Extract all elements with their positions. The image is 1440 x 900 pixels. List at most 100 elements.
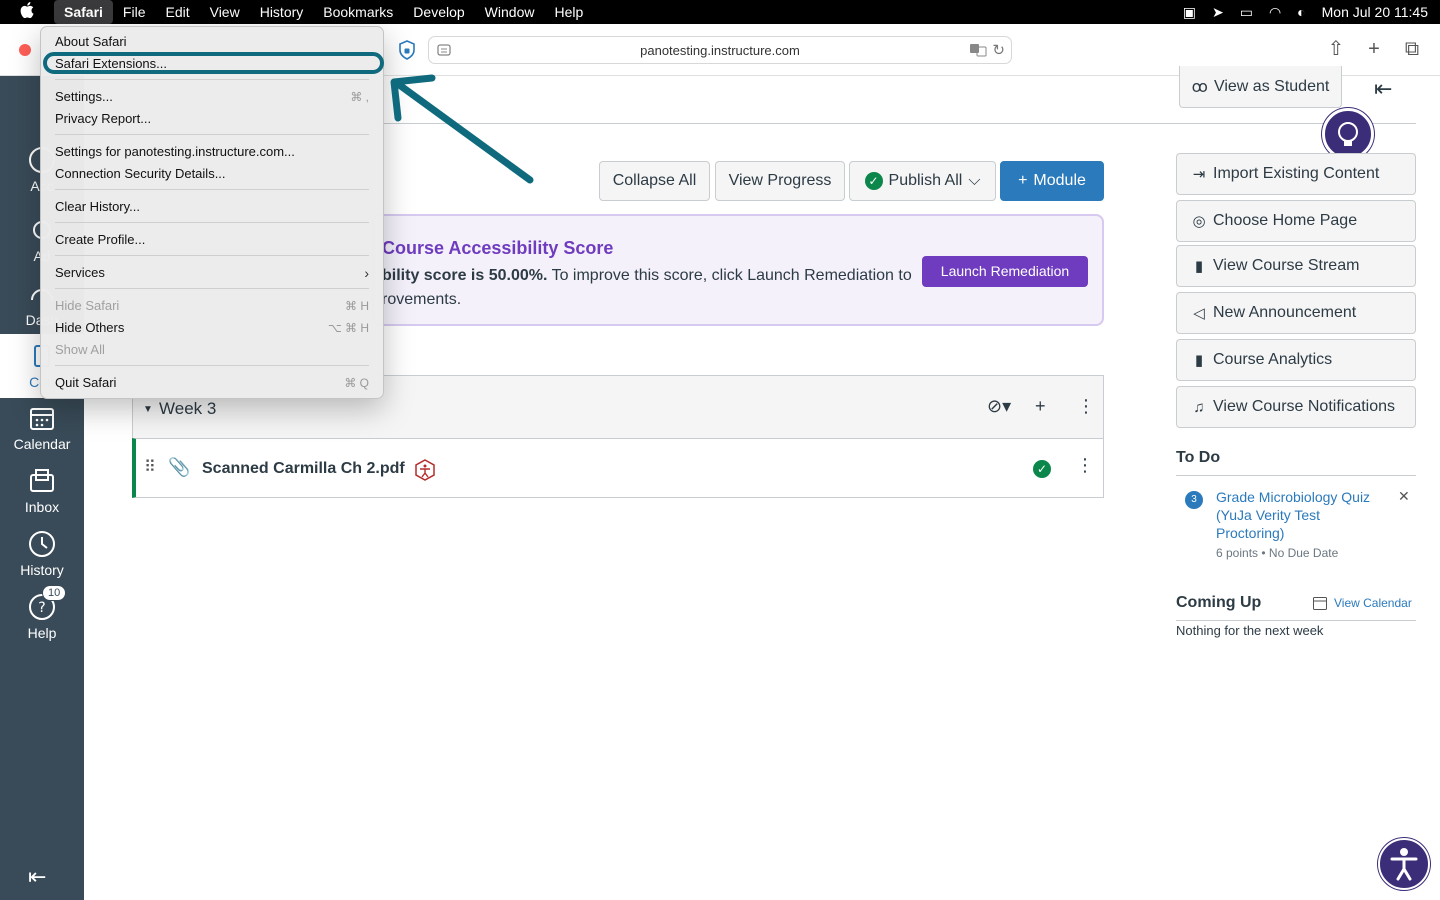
menu-hide-others[interactable]: Hide Others ⌥ ⌘ H xyxy=(55,318,369,338)
annotation-arrow-icon xyxy=(390,74,534,184)
privacy-shield-icon[interactable] xyxy=(398,40,416,60)
view-course-stream-button[interactable]: ▮ View Course Stream xyxy=(1176,245,1416,287)
publish-all-label: Publish All xyxy=(888,172,963,189)
menu-services[interactable]: Services › xyxy=(55,263,369,283)
menu-safari[interactable]: Safari xyxy=(54,0,113,24)
coming-up-empty: Nothing for the next week xyxy=(1176,623,1324,638)
nav-history-label: History xyxy=(20,562,64,578)
menu-connection-security[interactable]: Connection Security Details... xyxy=(55,164,369,184)
tab-overview-icon[interactable]: ⧉ xyxy=(1402,38,1422,60)
item-kebab-icon[interactable]: ⋮ xyxy=(1076,455,1094,476)
menu-separator xyxy=(55,189,369,190)
collapse-all-button[interactable]: Collapse All xyxy=(599,161,710,201)
calendar-icon xyxy=(1313,597,1327,610)
unpublished-icon[interactable]: ⊘▾ xyxy=(987,396,1011,417)
menu-site-settings[interactable]: Settings for panotesting.instructure.com… xyxy=(55,142,369,162)
published-check-icon: ✓ xyxy=(864,172,883,190)
safari-app-menu: About Safari Safari Extensions... Settin… xyxy=(40,26,384,399)
nav-history[interactable]: History xyxy=(0,530,84,578)
view-calendar-link[interactable]: View Calendar xyxy=(1312,595,1412,611)
menu-view[interactable]: View xyxy=(200,0,250,24)
annotation-highlight xyxy=(43,52,384,74)
menu-settings[interactable]: Settings... ⌘ , xyxy=(55,87,369,107)
apple-icon[interactable] xyxy=(0,2,54,22)
menu-help[interactable]: Help xyxy=(544,0,593,24)
todo-item-link[interactable]: Grade Microbiology Quiz (YuJa Verity Tes… xyxy=(1216,488,1386,542)
menu-file[interactable]: File xyxy=(113,0,156,24)
collapse-sidebar-icon[interactable]: ⇤ xyxy=(1374,76,1392,102)
nav-calendar-label: Calendar xyxy=(13,436,71,452)
menu-hide-safari-shortcut: ⌘ H xyxy=(345,299,369,313)
menu-hide-safari-label: Hide Safari xyxy=(55,298,120,313)
battery-icon[interactable]: ▭ xyxy=(1240,4,1253,21)
menu-history[interactable]: History xyxy=(250,0,314,24)
menu-edit[interactable]: Edit xyxy=(155,0,199,24)
menu-clear-history[interactable]: Clear History... xyxy=(55,197,369,217)
course-analytics-button[interactable]: ▮ Course Analytics xyxy=(1176,339,1416,381)
menu-about-safari[interactable]: About Safari xyxy=(55,32,369,52)
view-progress-button[interactable]: View Progress xyxy=(715,161,845,201)
accessibility-issue-icon[interactable] xyxy=(414,459,436,481)
menu-develop[interactable]: Develop xyxy=(403,0,474,24)
menu-create-profile[interactable]: Create Profile... xyxy=(55,230,369,250)
menu-separator xyxy=(55,134,369,135)
add-module-button[interactable]: + Module xyxy=(1000,161,1104,201)
location-icon[interactable]: ➤ xyxy=(1212,4,1224,21)
menu-hide-others-shortcut: ⌥ ⌘ H xyxy=(327,321,369,335)
share-icon[interactable]: ⇧ xyxy=(1326,38,1346,60)
megaphone-icon: ◁ xyxy=(1193,305,1205,322)
module-item-name[interactable]: Scanned Carmilla Ch 2.pdf xyxy=(202,460,405,478)
menu-site-settings-label: Settings for panotesting.instructure.com… xyxy=(55,144,295,159)
module-item[interactable]: ⠿ 📎 Scanned Carmilla Ch 2.pdf ✓ ⋮ xyxy=(132,438,1104,498)
dismiss-todo-icon[interactable]: ✕ xyxy=(1398,488,1410,505)
accessibility-score-panel: Course Accessibility Score bility score … xyxy=(372,214,1104,326)
translate-icon[interactable] xyxy=(969,43,987,57)
drag-handle-icon[interactable]: ⠿ xyxy=(144,457,156,477)
menu-quit-safari-shortcut: ⌘ Q xyxy=(344,376,369,390)
module-kebab-icon[interactable]: ⋮ xyxy=(1077,396,1095,417)
close-window-button[interactable] xyxy=(19,44,31,56)
menu-quit-safari-label: Quit Safari xyxy=(55,375,117,390)
menu-privacy-report[interactable]: Privacy Report... xyxy=(55,109,369,129)
clock[interactable]: Mon Jul 20 11:45 xyxy=(1322,4,1428,20)
menu-settings-label: Settings... xyxy=(55,89,113,104)
menu-window[interactable]: Window xyxy=(475,0,545,24)
accessibility-title: Course Accessibility Score xyxy=(382,238,614,258)
control-center-icon[interactable]: ◐ xyxy=(1297,4,1305,20)
todo-item-meta: 6 points • No Due Date xyxy=(1216,546,1339,560)
publish-all-button[interactable]: ✓ Publish All ⌵ xyxy=(849,161,996,201)
collapse-triangle-icon[interactable]: ▼ xyxy=(143,404,153,415)
nav-calendar[interactable]: Calendar xyxy=(0,404,84,452)
view-course-stream-label: View Course Stream xyxy=(1213,257,1360,274)
plus-icon: + xyxy=(1018,172,1028,189)
todo-heading: To Do xyxy=(1176,449,1221,466)
course-notifications-label: View Course Notifications xyxy=(1213,398,1396,415)
nav-help[interactable]: ? 10 Help xyxy=(0,585,84,641)
menu-about-safari-label: About Safari xyxy=(55,34,127,49)
view-as-student-button[interactable]: ꝏ View as Student xyxy=(1179,66,1342,108)
add-item-icon[interactable]: + xyxy=(1035,396,1046,417)
collapse-nav-icon[interactable]: ⇤ xyxy=(28,864,46,890)
menu-quit-safari[interactable]: Quit Safari ⌘ Q xyxy=(55,373,369,393)
menu-bookmarks[interactable]: Bookmarks xyxy=(313,0,403,24)
wifi-icon[interactable]: ◠ xyxy=(1269,4,1281,21)
menu-show-all-label: Show All xyxy=(55,342,105,357)
address-bar[interactable]: panotesting.instructure.com ↻ xyxy=(428,36,1012,64)
published-check-icon[interactable]: ✓ xyxy=(1033,460,1051,478)
nav-inbox-label: Inbox xyxy=(24,499,60,515)
launch-remediation-button[interactable]: Launch Remediation xyxy=(922,256,1088,287)
choose-home-page-button[interactable]: ◎ Choose Home Page xyxy=(1176,200,1416,242)
course-notifications-button[interactable]: ♫ View Course Notifications xyxy=(1176,386,1416,428)
import-content-button[interactable]: ⇥ Import Existing Content xyxy=(1176,153,1416,195)
calendar-icon xyxy=(30,408,54,430)
bar-chart-icon: ▮ xyxy=(1194,258,1204,275)
history-icon xyxy=(29,531,55,557)
screen-mirror-icon[interactable]: ▣ xyxy=(1183,4,1196,21)
accessibility-widget-icon[interactable] xyxy=(1378,838,1430,890)
nav-inbox[interactable]: Inbox xyxy=(0,467,84,515)
new-tab-icon[interactable]: + xyxy=(1364,38,1384,60)
new-announcement-button[interactable]: ◁ New Announcement xyxy=(1176,292,1416,334)
reload-icon[interactable]: ↻ xyxy=(992,41,1005,59)
view-as-student-label: View as Student xyxy=(1213,77,1330,95)
menu-services-label: Services xyxy=(55,265,105,280)
